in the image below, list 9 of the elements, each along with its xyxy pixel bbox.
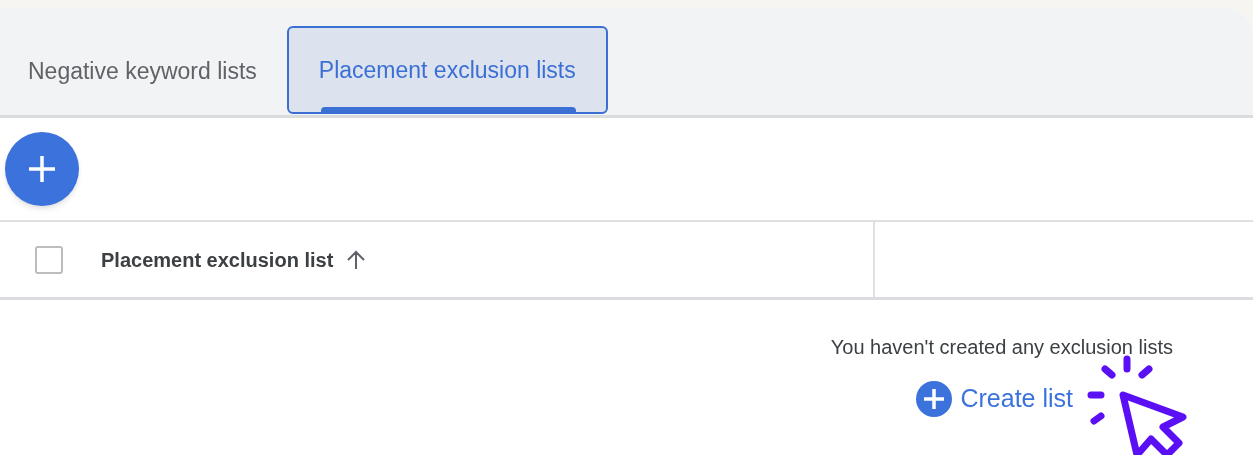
column-header[interactable]: Placement exclusion list (101, 244, 334, 275)
plus-circle-icon (916, 380, 953, 417)
select-all-checkbox[interactable] (35, 245, 63, 274)
tab[interactable]: Negative keyword lists (12, 27, 273, 115)
add-button[interactable] (5, 132, 79, 206)
create-list-link[interactable]: Create list (916, 380, 1073, 418)
tab[interactable]: Placement exclusion lists (286, 26, 608, 114)
empty-message: You haven't created any exclusion lists (830, 335, 1173, 360)
plus-icon (26, 153, 58, 185)
